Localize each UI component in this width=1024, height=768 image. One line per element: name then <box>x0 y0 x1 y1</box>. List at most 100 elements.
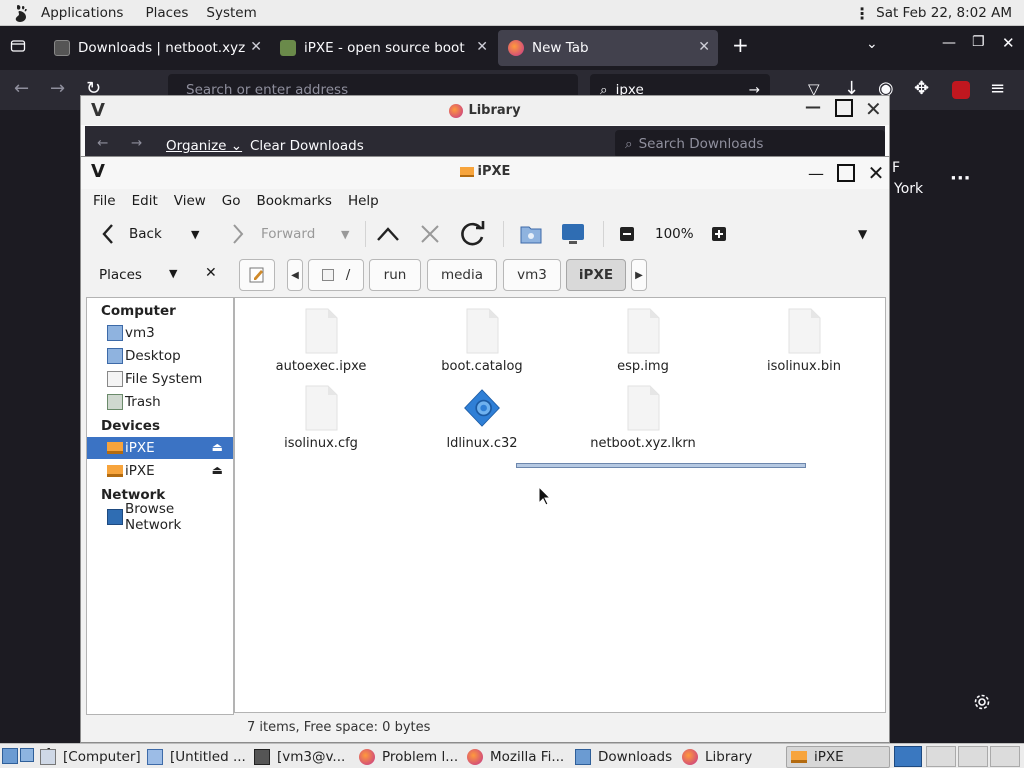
workspace-4-icon[interactable] <box>990 746 1020 767</box>
minimize-icon[interactable]: — <box>942 35 956 51</box>
tab-list-icon[interactable] <box>10 38 26 58</box>
task-library[interactable]: Library <box>682 746 780 768</box>
file-ldlinux-c32[interactable]: ldlinux.c32 <box>412 385 552 451</box>
workspace-icon[interactable] <box>20 748 34 762</box>
sidebar-item-file-system[interactable]: File System <box>87 368 233 390</box>
back-history-dropdown-icon[interactable]: ▼ <box>191 219 199 249</box>
task-downloads[interactable]: Downloads <box>575 746 675 768</box>
minimize-icon[interactable]: — <box>805 162 827 184</box>
forward-arrow-icon[interactable]: → <box>131 135 142 151</box>
restore-icon[interactable]: ❐ <box>972 34 985 50</box>
zoom-out-icon[interactable] <box>619 219 635 249</box>
library-titlebar[interactable]: V Library — ✕ <box>81 96 889 125</box>
breadcrumb-vm3[interactable]: vm3 <box>503 259 561 291</box>
sidebar-item-trash[interactable]: Trash <box>87 391 233 413</box>
computer-icon[interactable] <box>561 219 585 249</box>
close-icon[interactable]: ✕ <box>865 161 887 185</box>
show-desktop-icon[interactable] <box>2 748 18 764</box>
file-boot-catalog[interactable]: boot.catalog <box>412 308 552 374</box>
clear-downloads-button[interactable]: Clear Downloads <box>250 138 364 154</box>
file-isolinux-bin[interactable]: isolinux.bin <box>734 308 874 374</box>
page-more-icon[interactable]: ··· <box>950 168 971 189</box>
close-tab-icon[interactable]: ✕ <box>698 39 710 55</box>
tab-new-tab[interactable]: New Tab ✕ <box>498 30 718 66</box>
clock[interactable]: Sat Feb 22, 8:02 AM <box>876 5 1012 21</box>
sidebar-item-browse-network[interactable]: Browse Network <box>87 501 233 533</box>
menu-help[interactable]: Help <box>348 193 379 209</box>
stop-icon[interactable] <box>419 219 441 249</box>
menu-edit[interactable]: Edit <box>132 193 158 209</box>
maximize-icon[interactable] <box>835 162 857 184</box>
places-menu[interactable]: Places <box>143 5 190 21</box>
file-netboot-xyz-lkrn[interactable]: netboot.xyz.lkrn <box>573 385 713 451</box>
gnome-foot-icon[interactable] <box>12 3 30 23</box>
up-parent-icon[interactable] <box>375 219 401 249</box>
forward-button[interactable]: Forward <box>231 219 315 249</box>
home-folder-icon[interactable] <box>519 219 543 249</box>
system-menu[interactable]: System <box>204 5 258 21</box>
eject-icon[interactable]: ⏏ <box>212 440 223 454</box>
sidebar-item-desktop[interactable]: Desktop <box>87 345 233 367</box>
breadcrumb-ipxe[interactable]: iPXE <box>566 259 626 291</box>
maximize-icon[interactable] <box>835 99 853 117</box>
zoom-in-icon[interactable] <box>711 219 727 249</box>
breadcrumb-right-arrow-icon[interactable]: ▶ <box>631 259 647 291</box>
extensions-icon[interactable]: ✥ <box>914 78 929 99</box>
toggle-location-entry-button[interactable] <box>239 259 275 291</box>
window-menu-icon[interactable]: V <box>91 100 105 121</box>
menu-go[interactable]: Go <box>222 193 241 209</box>
task-mozilla-firefox[interactable]: Mozilla Fi... <box>467 746 569 768</box>
back-arrow-icon[interactable]: ← <box>97 135 108 151</box>
workspace-2-icon[interactable] <box>926 746 956 767</box>
window-titlebar[interactable]: V iPXE — ✕ <box>81 157 889 189</box>
places-label[interactable]: Places <box>99 267 142 283</box>
task-problem[interactable]: Problem l... <box>359 746 461 768</box>
task-untitled[interactable]: [Untitled ... <box>147 746 246 768</box>
close-sidebar-icon[interactable]: ✕ <box>205 265 217 281</box>
close-window-icon[interactable]: ✕ <box>1002 34 1015 52</box>
menu-view[interactable]: View <box>174 193 206 209</box>
file-icon <box>466 308 499 354</box>
task-computer[interactable]: [Computer] <box>40 746 141 768</box>
toolbar-overflow-dropdown-icon[interactable]: ▼ <box>858 219 867 249</box>
menu-hamburger-icon[interactable]: ≡ <box>990 78 1005 99</box>
breadcrumb-run[interactable]: run <box>369 259 421 291</box>
file-isolinux-cfg[interactable]: isolinux.cfg <box>251 385 391 451</box>
file-esp-img[interactable]: esp.img <box>573 308 713 374</box>
sidebar-item-ipxe-selected[interactable]: iPXE ⏏ <box>87 437 233 459</box>
file-autoexec-ipxe[interactable]: autoexec.ipxe <box>251 308 391 374</box>
breadcrumb-root[interactable]: / <box>308 259 364 291</box>
applications-menu[interactable]: Applications <box>39 5 125 21</box>
close-icon[interactable]: ✕ <box>865 97 882 121</box>
sidebar-item-ipxe[interactable]: iPXE ⏏ <box>87 460 233 482</box>
back-button[interactable]: Back <box>101 219 162 249</box>
back-arrow-icon[interactable]: ← <box>14 78 29 99</box>
file-icon-view[interactable]: autoexec.ipxe boot.catalog esp.img isoli… <box>234 297 886 713</box>
close-tab-icon[interactable]: ✕ <box>250 39 262 55</box>
menu-bookmarks[interactable]: Bookmarks <box>257 193 332 209</box>
minimize-icon[interactable]: — <box>805 97 821 116</box>
close-tab-icon[interactable]: ✕ <box>476 39 488 55</box>
tab-downloads[interactable]: Downloads | netboot.xyz ✕ <box>44 30 270 66</box>
forward-arrow-icon[interactable]: → <box>50 78 65 99</box>
forward-history-dropdown-icon[interactable]: ▼ <box>341 219 349 249</box>
sidebar-item-vm3[interactable]: vm3 <box>87 322 233 344</box>
menu-file[interactable]: File <box>93 193 116 209</box>
task-ipxe[interactable]: iPXE <box>786 746 890 768</box>
zoom-level[interactable]: 100% <box>655 219 694 249</box>
workspace-1-icon[interactable] <box>894 746 922 767</box>
ublock-icon[interactable] <box>952 81 970 99</box>
settings-gear-icon[interactable] <box>973 693 991 715</box>
search-downloads-field[interactable]: ⌕ Search Downloads <box>615 130 885 158</box>
places-dropdown-icon[interactable]: ▼ <box>169 267 177 280</box>
breadcrumb-media[interactable]: media <box>427 259 497 291</box>
eject-icon[interactable]: ⏏ <box>212 463 223 477</box>
organize-menu[interactable]: Organize ⌄ <box>166 138 242 154</box>
tab-ipxe[interactable]: iPXE - open source boot firm ✕ <box>270 30 496 66</box>
workspace-3-icon[interactable] <box>958 746 988 767</box>
reload-icon[interactable] <box>459 219 487 249</box>
new-tab-plus-icon[interactable]: + <box>732 33 749 57</box>
tab-overflow-chevron-icon[interactable]: ⌄ <box>866 36 878 52</box>
breadcrumb-left-arrow-icon[interactable]: ◀ <box>287 259 303 291</box>
task-terminal[interactable]: [vm3@v... <box>254 746 352 768</box>
